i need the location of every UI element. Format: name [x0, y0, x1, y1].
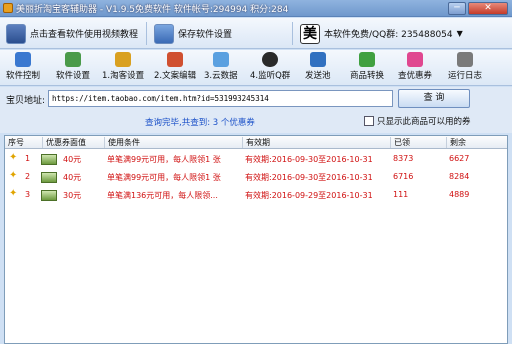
url-row: 宝贝地址: https://item.taobao.com/item.htm?i… — [0, 87, 512, 111]
cell-condition: 单笔满136元可用，每人限领... — [107, 191, 218, 200]
cell-remaining: 8284 — [449, 172, 470, 181]
tool-label: 运行日志 — [448, 71, 483, 81]
coupon-icon — [41, 172, 57, 183]
tool-send-pool[interactable]: 发送池 — [305, 52, 331, 81]
toolbar-divider — [292, 22, 293, 45]
top-toolbar: 点击查看软件使用视频教程 保存软件设置 美 本软件免费/QQ群: 2354880… — [0, 18, 512, 49]
cell-condition: 单笔满99元可用，每人限领1 张 — [107, 155, 221, 164]
cell-index: 2 — [25, 172, 31, 181]
save-settings-button[interactable]: 保存软件设置 — [154, 21, 232, 46]
tool-label: 3.云数据 — [204, 71, 238, 81]
logo-icon: 美 — [300, 23, 320, 44]
column-header-remaining[interactable]: 剩余 — [447, 137, 507, 148]
tool-software-control[interactable]: 软件控制 — [6, 52, 40, 81]
status-row: 查询完毕,共查到: 3 个优惠券 只显示此商品可以用的券 — [0, 111, 512, 133]
coupon-icon — [41, 154, 57, 165]
tool-label: 查优惠券 — [398, 71, 433, 81]
url-input[interactable]: https://item.taobao.com/item.htm?id=5319… — [48, 90, 393, 107]
convert-icon — [359, 52, 375, 67]
tool-software-settings[interactable]: 软件设置 — [56, 52, 90, 81]
table-row[interactable]: ✦ 2 40元 单笔满99元可用，每人限领1 张 有效期:2016-09-30至… — [5, 169, 507, 187]
tool-label: 软件控制 — [6, 71, 41, 81]
cell-validity: 有效期:2016-09-30至2016-10-31 — [245, 173, 373, 182]
table-row[interactable]: ✦ 1 40元 单笔满99元可用，每人限领1 张 有效期:2016-09-30至… — [5, 151, 507, 169]
coupon-icon — [41, 190, 57, 201]
minimize-button[interactable]: ─ — [448, 2, 466, 15]
tool-taoke-settings[interactable]: 1.淘客设置 — [102, 52, 144, 81]
table-row[interactable]: ✦ 3 30元 单笔满136元可用，每人限领... 有效期:2016-09-29… — [5, 187, 507, 205]
cell-claimed: 8373 — [393, 154, 414, 163]
tool-cloud-data[interactable]: 3.云数据 — [204, 52, 238, 81]
cell-index: 3 — [25, 190, 31, 199]
cell-claimed: 111 — [393, 190, 409, 199]
only-usable-checkbox[interactable] — [364, 116, 374, 126]
cell-remaining: 4889 — [449, 190, 470, 199]
log-icon — [457, 52, 473, 67]
tool-check-coupon[interactable]: 查优惠券 — [398, 52, 432, 81]
cell-remaining: 6627 — [449, 154, 470, 163]
tool-run-log[interactable]: 运行日志 — [448, 52, 482, 81]
video-tutorial-label: 点击查看软件使用视频教程 — [30, 30, 139, 40]
cell-validity: 有效期:2016-09-30至2016-10-31 — [245, 155, 373, 164]
close-button[interactable]: ✕ — [468, 2, 508, 15]
tool-monitor-qq-group[interactable]: 4.监听Q群 — [250, 52, 290, 81]
taoke-icon — [115, 52, 132, 67]
column-header-claimed[interactable]: 已领 — [391, 137, 447, 148]
video-icon — [6, 23, 26, 44]
column-header-index[interactable]: 序号 — [5, 137, 43, 148]
cell-value: 40元 — [63, 173, 82, 182]
star-icon: ✦ — [9, 188, 18, 199]
query-button[interactable]: 查 询 — [398, 89, 470, 108]
account-label: 本软件免费/QQ群: 235488054 — [324, 30, 453, 40]
table-header: 序号 优惠券面值 使用条件 有效期 已领 剩余 — [5, 136, 507, 149]
column-header-condition[interactable]: 使用条件 — [105, 137, 243, 148]
tool-product-convert[interactable]: 商品转换 — [350, 52, 384, 81]
cell-value: 30元 — [63, 191, 82, 200]
cell-claimed: 6716 — [393, 172, 414, 181]
send-icon — [309, 52, 326, 67]
toolbar-divider — [146, 22, 147, 45]
star-icon: ✦ — [9, 152, 18, 163]
only-usable-label[interactable]: 只显示此商品可以用的券 — [377, 115, 471, 127]
star-icon: ✦ — [9, 170, 18, 181]
tool-copy-edit[interactable]: 2.文案编辑 — [154, 52, 196, 81]
cell-validity: 有效期:2016-09-29至2016-10-31 — [245, 191, 373, 200]
coupon-table[interactable]: 序号 优惠券面值 使用条件 有效期 已领 剩余 ✦ 1 40元 单笔满99元可用… — [4, 135, 508, 344]
qq-group-icon — [262, 52, 279, 67]
tool-label: 4.监听Q群 — [250, 71, 291, 81]
tool-label: 商品转换 — [350, 71, 385, 81]
tool-label: 发送池 — [305, 71, 331, 81]
control-icon — [15, 52, 31, 67]
chevron-down-icon: ▼ — [456, 29, 463, 38]
cell-value: 40元 — [63, 155, 82, 164]
save-settings-label: 保存软件设置 — [178, 30, 233, 40]
query-status: 查询完毕,共查到: 3 个优惠券 — [145, 118, 255, 128]
cloud-icon — [212, 52, 229, 67]
coupon-icon — [407, 52, 423, 67]
cell-condition: 单笔满99元可用，每人限领1 张 — [107, 173, 221, 182]
edit-icon — [167, 52, 184, 67]
title-bar: 美丽折淘宝客辅助器 - V1.9.5免费软件 软件帐号:294994 积分:28… — [0, 0, 512, 17]
cell-index: 1 — [25, 154, 31, 163]
tool-label: 软件设置 — [56, 71, 91, 81]
account-dropdown[interactable]: 美 本软件免费/QQ群: 235488054 ▼ — [300, 21, 463, 46]
tool-ribbon: 软件控制 软件设置 1.淘客设置 2.文案编辑 3.云数据 4.监听Q群 发送池… — [0, 50, 512, 86]
tool-label: 1.淘客设置 — [102, 71, 145, 81]
settings-icon — [65, 52, 81, 67]
video-tutorial-button[interactable]: 点击查看软件使用视频教程 — [6, 21, 138, 46]
save-icon — [154, 23, 174, 44]
window-title: 美丽折淘宝客辅助器 - V1.9.5免费软件 软件帐号:294994 积分:28… — [16, 5, 289, 15]
column-header-value[interactable]: 优惠券面值 — [43, 137, 105, 148]
tool-label: 2.文案编辑 — [154, 71, 197, 81]
app-icon — [3, 3, 13, 13]
url-label: 宝贝地址: — [6, 96, 46, 106]
column-header-validity[interactable]: 有效期 — [243, 137, 391, 148]
